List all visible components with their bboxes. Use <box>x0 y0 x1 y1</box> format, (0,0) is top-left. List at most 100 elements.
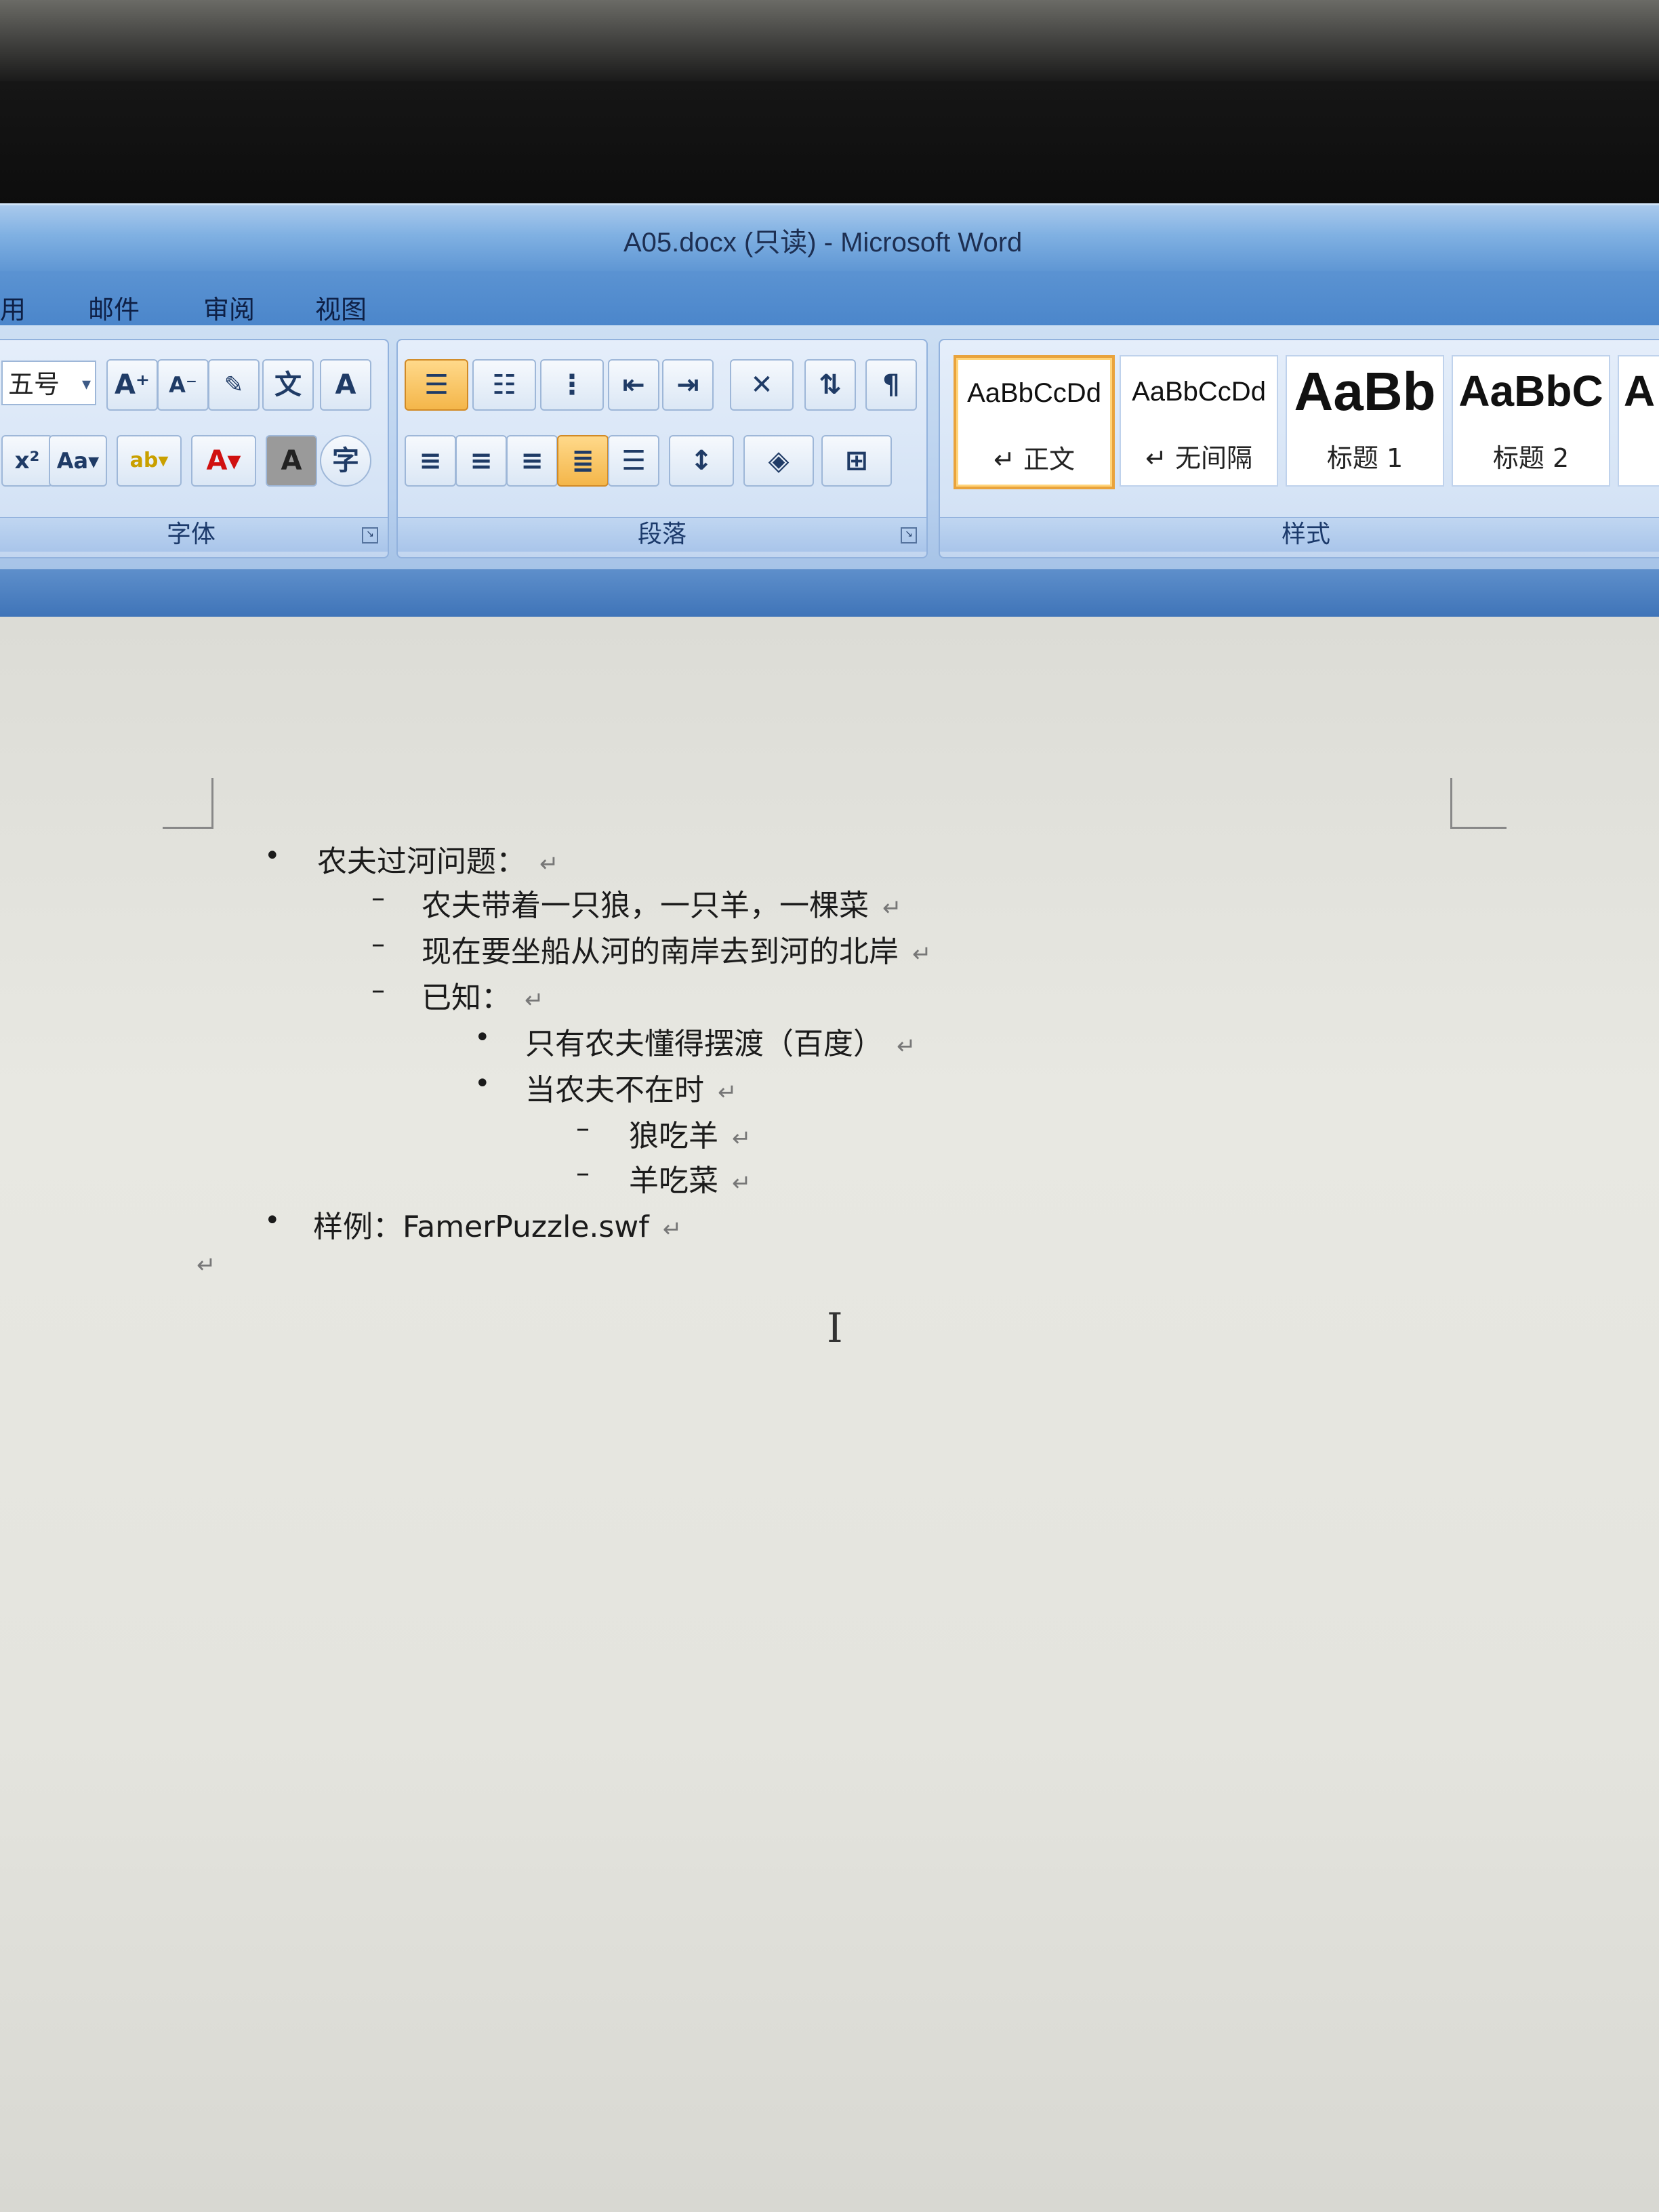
increase-indent-icon: ⇥ <box>676 369 699 401</box>
align-center-button[interactable]: ≡ <box>455 435 507 487</box>
style-title[interactable]: A <box>1618 355 1659 487</box>
text-cursor-icon: I <box>827 1305 843 1352</box>
sort-button[interactable]: ⇅ <box>804 359 856 411</box>
chevron-down-icon: ▾ <box>81 374 91 394</box>
bullet-marker: • <box>264 840 281 872</box>
enclose-char-icon: 字 <box>332 445 359 476</box>
paragraph-mark-icon: ↵ <box>197 1252 216 1279</box>
paragraph-mark-icon: ↵ <box>662 1216 682 1243</box>
justify-button[interactable]: ≣ <box>557 435 609 487</box>
dash-marker: – <box>576 1113 590 1144</box>
document-page[interactable]: • 农夫过河问题： ↵ – 农夫带着一只狼，一只羊，一棵菜 ↵ – 现在要坐船从河的… <box>0 617 1659 2212</box>
char-shading-button[interactable]: A <box>266 435 317 487</box>
justify-icon: ≣ <box>571 445 594 476</box>
enclose-char-button[interactable]: 字 <box>320 435 371 487</box>
list-item-text: 羊吃菜 <box>629 1164 718 1198</box>
paragraph-mark-icon: ↵ <box>525 987 544 1014</box>
font-group-label: 字体 <box>0 517 388 552</box>
line-spacing-button[interactable]: ↕ <box>669 435 734 487</box>
font-color-button[interactable]: A▾ <box>191 435 256 487</box>
decrease-indent-button[interactable]: ⇤ <box>608 359 659 411</box>
eraser-icon: ✎ <box>224 371 244 398</box>
bullet-marker: • <box>264 1205 281 1236</box>
style-sample: A <box>1623 367 1656 415</box>
numbered-list-icon: ☷ <box>492 369 516 401</box>
list-item: 只有农夫懂得摆渡（百度） ↵ <box>525 1019 916 1063</box>
align-right-icon: ≡ <box>520 445 544 476</box>
show-marks-button[interactable]: ¶ <box>865 359 917 411</box>
bullets-button[interactable]: ☰ <box>405 359 468 411</box>
distributed-button[interactable]: ☰ <box>608 435 659 487</box>
text-direction-button[interactable]: ✕ <box>730 359 794 411</box>
highlight-button[interactable]: ab▾ <box>117 435 182 487</box>
align-right-button[interactable]: ≡ <box>506 435 558 487</box>
multilevel-list-button[interactable]: ⋮ <box>540 359 604 411</box>
font-dialog-launcher-icon[interactable]: ↘ <box>362 527 378 544</box>
dash-marker: – <box>371 975 385 1006</box>
paragraph-group-label: 段落 <box>398 517 926 552</box>
list-item: 已知： ↵ <box>422 973 544 1017</box>
paragraph-dialog-launcher-icon[interactable]: ↘ <box>901 527 917 544</box>
style-heading-1[interactable]: AaBb 标题 1 <box>1286 355 1444 487</box>
borders-icon: ⊞ <box>845 445 868 476</box>
grow-font-button[interactable]: A⁺ <box>106 359 158 411</box>
align-left-button[interactable]: ≡ <box>405 435 456 487</box>
text-direction-icon: ✕ <box>750 369 773 401</box>
crop-mark-left <box>163 778 213 829</box>
pilcrow-icon: ¶ <box>882 369 900 401</box>
increase-indent-button[interactable]: ⇥ <box>662 359 714 411</box>
tab-reference[interactable]: 用 <box>0 289 26 326</box>
paragraph-mark-icon: ↵ <box>897 1033 916 1060</box>
list-item-text: 样例：FamerPuzzle.swf <box>313 1210 649 1244</box>
list-item-text: 现在要坐船从河的南岸去到河的北岸 <box>422 935 899 969</box>
style-no-spacing[interactable]: AaBbCcDd ↵ 无间隔 <box>1120 355 1278 487</box>
font-color-icon: A▾ <box>206 445 241 476</box>
tab-review[interactable]: 审阅 <box>203 289 255 326</box>
change-case-button[interactable]: Aa▾ <box>49 435 107 487</box>
ribbon: 五号 ▾ A⁺ A⁻ ✎ 文 A x² Aa▾ ab▾ A▾ A 字 字体 ↘ … <box>0 325 1659 569</box>
list-item: 现在要坐船从河的南岸去到河的北岸 ↵ <box>422 927 932 970</box>
paragraph-mark-icon: ↵ <box>912 941 932 968</box>
list-item-text: 农夫带着一只狼，一只羊，一棵菜 <box>422 888 869 923</box>
paragraph-mark-icon: ↵ <box>882 895 902 922</box>
dash-marker: – <box>371 882 385 914</box>
monitor-bezel <box>0 81 1659 217</box>
font-size-value: 五号 <box>8 369 60 399</box>
superscript-button[interactable]: x² <box>1 435 53 487</box>
paragraph-mark-icon: ↵ <box>732 1125 752 1152</box>
shrink-font-button[interactable]: A⁻ <box>157 359 209 411</box>
shading-button[interactable]: ◈ <box>743 435 814 487</box>
style-normal[interactable]: AaBbCcDd ↵ 正文 <box>954 355 1115 489</box>
list-item-text: 只有农夫懂得摆渡（百度） <box>525 1027 883 1061</box>
char-border-button[interactable]: A <box>320 359 371 411</box>
title-bar: A05.docx (只读) - Microsoft Word <box>0 203 1659 273</box>
style-sample: AaBbCcDd <box>967 378 1101 408</box>
superscript-icon: x² <box>14 447 40 474</box>
font-size-combo[interactable]: 五号 ▾ <box>1 361 96 405</box>
char-border-icon: A <box>335 369 356 401</box>
bullet-list-icon: ☰ <box>424 369 449 401</box>
font-group: 五号 ▾ A⁺ A⁻ ✎ 文 A x² Aa▾ ab▾ A▾ A 字 字体 ↘ <box>0 339 389 558</box>
ribbon-tabs: 用 邮件 审阅 视图 <box>0 271 1659 325</box>
tab-view[interactable]: 视图 <box>315 289 367 326</box>
style-name: 标题 2 <box>1492 443 1570 473</box>
empty-paragraph: ↵ <box>197 1246 216 1280</box>
grow-font-icon: A⁺ <box>114 369 150 401</box>
list-item-text: 狼吃羊 <box>629 1119 718 1153</box>
style-name: ↵ 无间隔 <box>1145 443 1252 473</box>
bullet-marker: • <box>474 1068 491 1099</box>
list-item-text: 农夫过河问题： <box>317 844 526 879</box>
style-heading-2[interactable]: AaBbC 标题 2 <box>1452 355 1610 487</box>
borders-button[interactable]: ⊞ <box>821 435 892 487</box>
paragraph-mark-icon: ↵ <box>732 1170 752 1197</box>
phonetic-icon: 文 <box>274 369 302 401</box>
clear-format-button[interactable]: ✎ <box>208 359 260 411</box>
dash-marker: – <box>371 928 385 960</box>
tab-mailings[interactable]: 邮件 <box>88 289 140 326</box>
list-item: 样例：FamerPuzzle.swf ↵ <box>313 1202 682 1246</box>
paragraph-mark-icon: ↵ <box>539 851 559 878</box>
numbering-button[interactable]: ☷ <box>472 359 536 411</box>
bullet-marker: • <box>474 1022 491 1053</box>
phonetic-guide-button[interactable]: 文 <box>262 359 314 411</box>
style-sample: AaBbCcDd <box>1132 377 1266 407</box>
